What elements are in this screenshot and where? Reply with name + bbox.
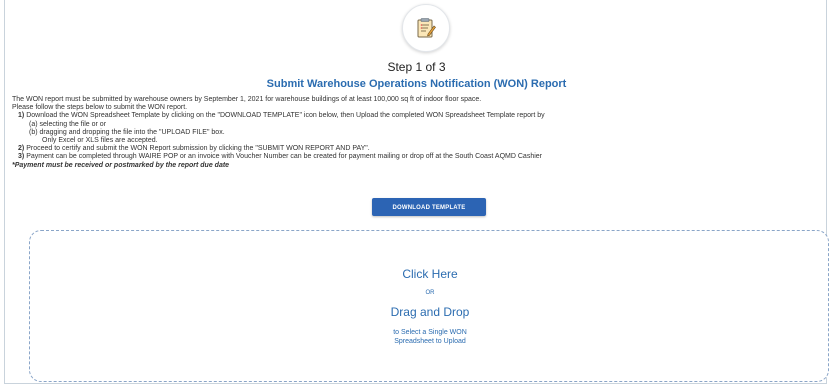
upload-file-dropzone[interactable]: Click Here OR Drag and Drop to Select a … xyxy=(29,230,829,382)
step-text: Proceed to certify and submit the WON Re… xyxy=(26,145,370,153)
step-text: Payment can be completed through WAIRE P… xyxy=(26,153,542,161)
instructions-intro: The WON report must be submitted by ware… xyxy=(12,96,482,103)
step-number: 3) xyxy=(18,153,25,161)
instruction-step-2: 2) Proceed to certify and submit the WON… xyxy=(12,145,822,153)
page-title: Submit Warehouse Operations Notification… xyxy=(266,78,567,90)
form-edit-icon-badge xyxy=(402,4,450,52)
or-label: OR xyxy=(425,290,435,296)
instruction-step-1: 1) Download the WON Spreadsheet Template… xyxy=(12,112,822,120)
instruction-step-3: 3) Payment can be completed through WAIR… xyxy=(12,153,822,161)
download-template-button[interactable]: DOWNLOAD TEMPLATE xyxy=(372,198,486,216)
step-number: 2) xyxy=(18,145,25,153)
instructions-block: The WON report must be submitted by ware… xyxy=(12,96,822,170)
step-indicator: Step 1 of 3 xyxy=(387,60,446,74)
drag-drop-label: Drag and Drop xyxy=(390,305,470,319)
instruction-step-1b: (b) dragging and dropping the file into … xyxy=(29,128,225,136)
instructions-follow: Please follow the steps below to submit … xyxy=(12,104,188,112)
step-number: 1) xyxy=(18,112,25,120)
form-edit-icon xyxy=(417,18,436,38)
step-text: Download the WON Spreadsheet Template by… xyxy=(26,112,545,120)
payment-note: *Payment must be received or postmarked … xyxy=(12,161,230,169)
instruction-step-1c: Only Excel or XLS files are accepted. xyxy=(42,137,158,145)
dropzone-desc-line-1: to Select a Single WON xyxy=(393,329,467,336)
dropzone-desc-line-2: Spreadsheet to Upload xyxy=(394,338,466,345)
instruction-step-1a: (a) selecting the file or or xyxy=(29,120,107,128)
click-here-label[interactable]: Click Here xyxy=(30,267,830,281)
